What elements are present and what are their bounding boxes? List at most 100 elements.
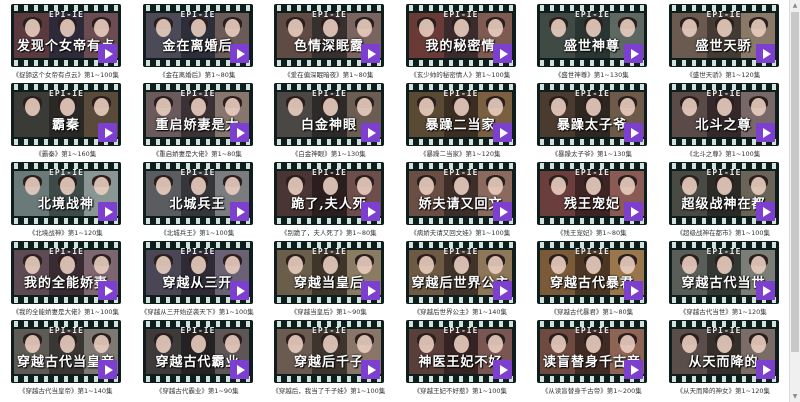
vertical-scrollbar[interactable]: ▲ ▼ — [789, 0, 800, 402]
play-icon[interactable] — [755, 281, 775, 300]
video-thumbnail[interactable]: 穿越后世界公主 EPI-IE — [405, 241, 516, 304]
video-title[interactable]: 《穿越当皇后》第1~90集 — [263, 306, 395, 316]
video-tile[interactable]: 读盲替身千古帝 EPI-IE 《从读盲替身千古帝》第1~200集 — [526, 320, 658, 399]
video-title[interactable]: 《我的全能娇妻是大佬》第1~100集 — [0, 306, 132, 316]
video-tile[interactable]: 穿越从三开 EPI-IE 《穿越从三开始逆袭天下》第1~100集 — [132, 241, 264, 320]
video-tile[interactable]: 霸秦 EPI-IE 《霸秦》第1~160集 — [0, 83, 132, 162]
video-tile[interactable]: 跪了,夫人死 EPI-IE 《别跪了，夫人死了》第1~80集 — [263, 162, 395, 241]
video-tile[interactable]: 盛世神尊 EPI-IE 《盛世神尊》第1~130集 — [526, 4, 658, 83]
video-title[interactable]: 《别跪了，夫人死了》第1~80集 — [263, 227, 395, 237]
video-thumbnail[interactable]: 北城兵王 EPI-IE — [142, 162, 253, 225]
video-thumbnail[interactable]: 盛世天骄 EPI-IE — [668, 4, 779, 67]
video-thumbnail[interactable]: 暴躁二当家 EPI-IE — [405, 83, 516, 146]
play-icon[interactable] — [624, 44, 643, 63]
play-icon[interactable] — [492, 360, 512, 379]
video-title[interactable]: 《暴躁太子爷》第1~130集 — [526, 148, 658, 158]
video-thumbnail[interactable]: 色情深眠露 EPI-IE — [274, 4, 384, 67]
play-icon[interactable] — [492, 123, 512, 142]
video-tile[interactable]: 金在离婚后 EPI-IE 《金在离婚后》第1~80集 — [132, 4, 264, 83]
scroll-up-arrow-icon[interactable]: ▲ — [790, 0, 800, 11]
video-thumbnail[interactable]: 残王宠妃 EPI-IE — [537, 162, 647, 225]
video-thumbnail[interactable]: 重启娇妻是太 EPI-IE — [142, 83, 253, 146]
play-icon[interactable] — [492, 281, 512, 300]
video-tile[interactable]: 穿越古代当皇帝 EPI-IE 《穿越古代当皇帝》第1~140集 — [0, 320, 132, 399]
video-tile[interactable]: 北斗之尊 EPI-IE 《北斗之尊》第1~100集 — [658, 83, 790, 162]
video-thumbnail[interactable]: 我的全能娇妻 EPI-IE — [11, 241, 121, 304]
video-thumbnail[interactable]: 北境战神 EPI-IE — [11, 162, 121, 225]
video-tile[interactable]: 暴躁二当家 EPI-IE 《暴躁二当家》第1~120集 — [395, 83, 527, 162]
video-tile[interactable]: 我的全能娇妻 EPI-IE 《我的全能娇妻是大佬》第1~100集 — [0, 241, 132, 320]
video-title[interactable]: 《捉舔这个女帝有点云》第1~100集 — [0, 69, 132, 79]
play-icon[interactable] — [361, 123, 380, 142]
play-icon[interactable] — [229, 44, 249, 63]
video-title[interactable]: 《盛世天骄》第1~120集 — [658, 69, 790, 79]
video-thumbnail[interactable]: 穿越后千子 EPI-IE — [274, 320, 384, 383]
video-tile[interactable]: 超级战神在都 EPI-IE 《超级战神在都市》第1~100集 — [658, 162, 790, 241]
video-thumbnail[interactable]: 穿越古代当世 EPI-IE — [668, 241, 779, 304]
play-icon[interactable] — [229, 281, 249, 300]
video-thumbnail[interactable]: 超级战神在都 EPI-IE — [668, 162, 779, 225]
video-title[interactable]: 《白金神眼》第1~130集 — [263, 148, 395, 158]
play-icon[interactable] — [98, 123, 117, 142]
play-icon[interactable] — [361, 281, 380, 300]
video-thumbnail[interactable]: 穿越当皇后 EPI-IE — [274, 241, 384, 304]
video-thumbnail[interactable]: 发现个女帝有点 EPI-IE — [11, 4, 121, 67]
video-tile[interactable]: 色情深眠露 EPI-IE 《爱在偏深眠暗夜》第1~80集 — [263, 4, 395, 83]
video-tile[interactable]: 穿越古代当世 EPI-IE 《穿越古代当世》第1~120集 — [658, 241, 790, 320]
video-title[interactable]: 《穿越古代当世》第1~120集 — [658, 306, 790, 316]
video-title[interactable]: 《北城兵王》第1~100集 — [132, 227, 264, 237]
video-title[interactable]: 《爱在偏深眠暗夜》第1~80集 — [263, 69, 395, 79]
video-thumbnail[interactable]: 霸秦 EPI-IE — [11, 83, 121, 146]
video-thumbnail[interactable]: 穿越从三开 EPI-IE — [142, 241, 253, 304]
video-title[interactable]: 《北斗之尊》第1~100集 — [658, 148, 790, 158]
video-thumbnail[interactable]: 读盲替身千古帝 EPI-IE — [537, 320, 647, 383]
video-tile[interactable]: 穿越古代暴君 EPI-IE 《穿越古代暴君》第1~80集 — [526, 241, 658, 320]
video-title[interactable]: 《穿越后世界公主》第1~140集 — [395, 306, 527, 316]
video-thumbnail[interactable]: 娇夫请又回文 EPI-IE — [405, 162, 516, 225]
video-thumbnail[interactable]: 跪了,夫人死 EPI-IE — [274, 162, 384, 225]
video-title[interactable]: 《暴躁二当家》第1~120集 — [395, 148, 527, 158]
video-title[interactable]: 《超级战神在都市》第1~100集 — [658, 227, 790, 237]
scroll-thumb[interactable] — [791, 12, 799, 352]
play-icon[interactable] — [624, 281, 643, 300]
video-thumbnail[interactable]: 穿越古代霸业 EPI-IE — [142, 320, 253, 383]
video-tile[interactable]: 重启娇妻是太 EPI-IE 《重启娇妻是大佬》第1~80集 — [132, 83, 264, 162]
play-icon[interactable] — [492, 202, 512, 221]
play-icon[interactable] — [755, 123, 775, 142]
video-thumbnail[interactable]: 北斗之尊 EPI-IE — [668, 83, 779, 146]
video-title[interactable]: 《穿越古代暴君》第1~80集 — [526, 306, 658, 316]
play-icon[interactable] — [624, 202, 643, 221]
video-tile[interactable]: 穿越后千子 EPI-IE 《穿越后，我当了千子娃》第1~100集 — [263, 320, 395, 399]
video-tile[interactable]: 盛世天骄 EPI-IE 《盛世天骄》第1~120集 — [658, 4, 790, 83]
video-title[interactable]: 《残王宠妃》第1~80集 — [526, 227, 658, 237]
video-tile[interactable]: 发现个女帝有点 EPI-IE 《捉舔这个女帝有点云》第1~100集 — [0, 4, 132, 83]
video-thumbnail[interactable]: 从天而降的 EPI-IE — [668, 320, 779, 383]
video-tile[interactable]: 北城兵王 EPI-IE 《北城兵王》第1~100集 — [132, 162, 264, 241]
video-title[interactable]: 《穿越古代当皇帝》第1~140集 — [0, 385, 132, 395]
video-tile[interactable]: 从天而降的 EPI-IE 《从天而降的神女》第1~120集 — [658, 320, 790, 399]
video-tile[interactable]: 穿越后世界公主 EPI-IE 《穿越后世界公主》第1~140集 — [395, 241, 527, 320]
play-icon[interactable] — [361, 44, 380, 63]
video-thumbnail[interactable]: 金在离婚后 EPI-IE — [142, 4, 253, 67]
video-title[interactable]: 《玄少帅的秘密情人》第1~100集 — [395, 69, 527, 79]
video-title[interactable]: 《穿越古代霸业》第1~90集 — [132, 385, 264, 395]
video-title[interactable]: 《从天而降的神女》第1~120集 — [658, 385, 790, 395]
play-icon[interactable] — [98, 360, 117, 379]
video-thumbnail[interactable]: 穿越古代暴君 EPI-IE — [537, 241, 647, 304]
play-icon[interactable] — [229, 360, 249, 379]
video-title[interactable]: 《穿越从三开始逆袭天下》第1~100集 — [132, 306, 264, 316]
play-icon[interactable] — [624, 123, 643, 142]
scroll-down-arrow-icon[interactable]: ▼ — [790, 391, 800, 402]
play-icon[interactable] — [755, 44, 775, 63]
video-thumbnail[interactable]: 神医王妃不好 EPI-IE — [405, 320, 516, 383]
video-thumbnail[interactable]: 我的秘密情 EPI-IE — [405, 4, 516, 67]
play-icon[interactable] — [755, 360, 775, 379]
play-icon[interactable] — [229, 123, 249, 142]
video-tile[interactable]: 神医王妃不好 EPI-IE 《穿越王妃不好惹》第1~100集 — [395, 320, 527, 399]
video-tile[interactable]: 穿越古代霸业 EPI-IE 《穿越古代霸业》第1~90集 — [132, 320, 264, 399]
play-icon[interactable] — [98, 202, 117, 221]
video-thumbnail[interactable]: 盛世神尊 EPI-IE — [537, 4, 647, 67]
video-title[interactable]: 《盛世神尊》第1~130集 — [526, 69, 658, 79]
video-tile[interactable]: 穿越当皇后 EPI-IE 《穿越当皇后》第1~90集 — [263, 241, 395, 320]
video-title[interactable]: 《穿越后，我当了千子娃》第1~100集 — [263, 385, 395, 395]
